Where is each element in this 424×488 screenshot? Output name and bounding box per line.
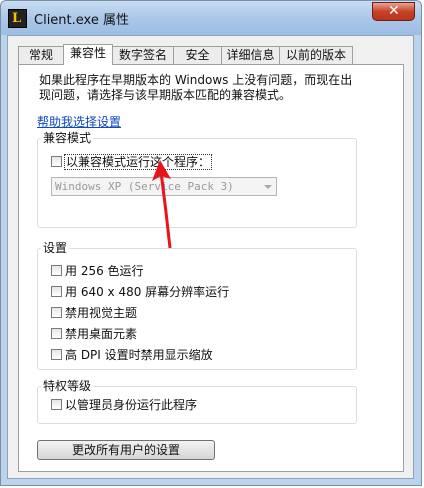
annotation-overlay: [152, 160, 172, 249]
tab-compatibility[interactable]: 兼容性: [63, 44, 113, 65]
arrow-up-icon: [152, 160, 172, 249]
